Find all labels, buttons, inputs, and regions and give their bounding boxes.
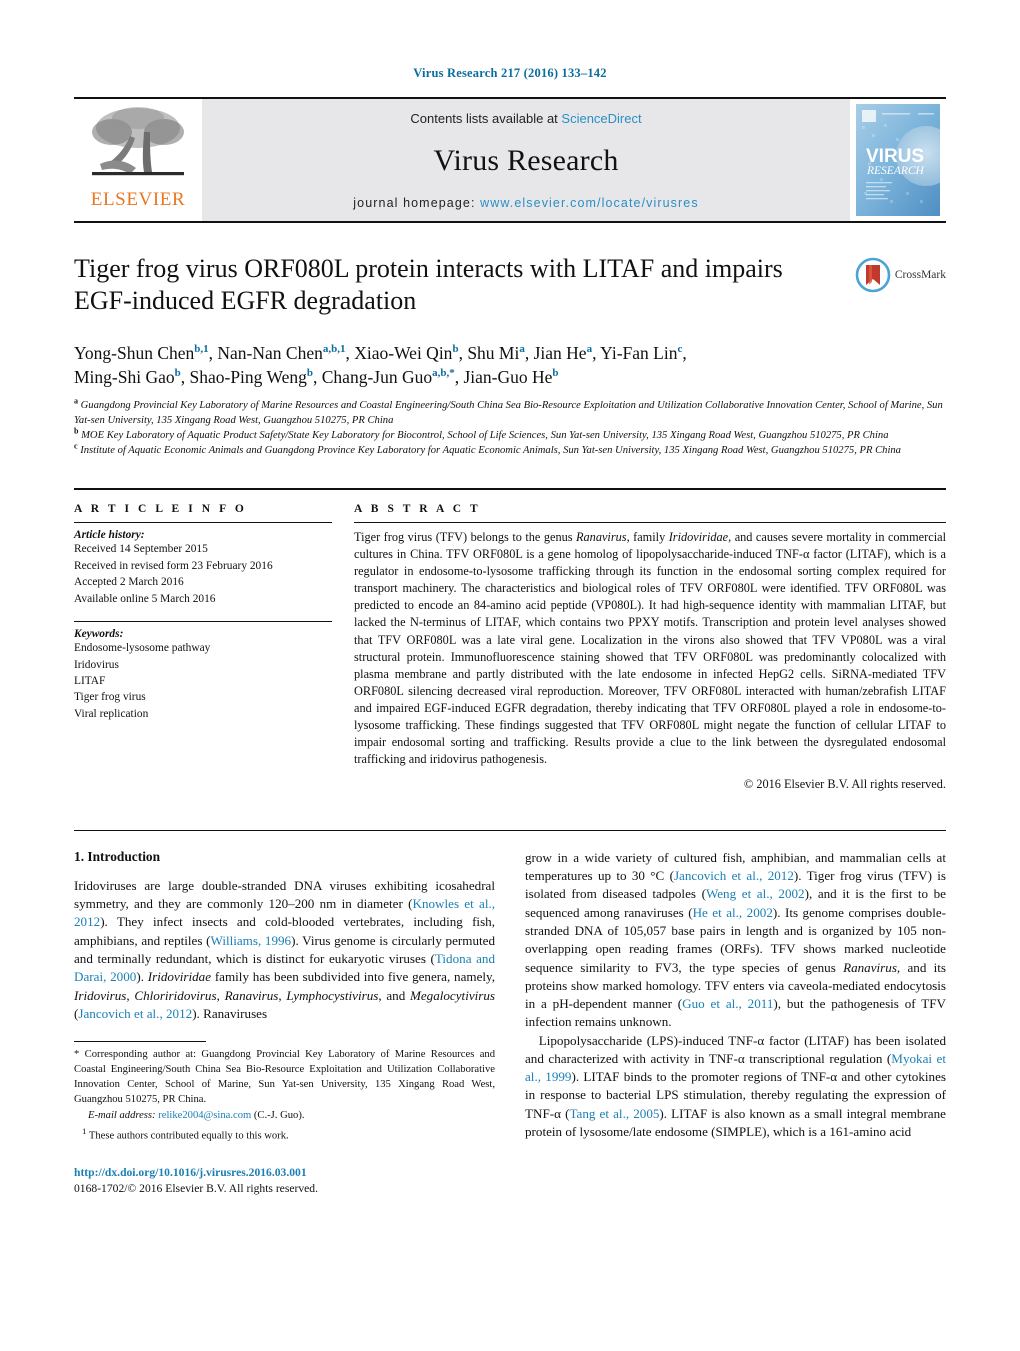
- affiliation-marker-c: c: [74, 441, 78, 451]
- journal-title: Virus Research: [433, 144, 619, 177]
- crossmark-label: CrossMark: [894, 269, 946, 281]
- affiliation-marker-b: b: [74, 426, 79, 436]
- crossmark-badge[interactable]: CrossMark: [855, 257, 946, 293]
- keyword-item: Tiger frog virus: [74, 691, 146, 704]
- masthead-center: Contents lists available at ScienceDirec…: [202, 99, 850, 221]
- intro-paragraph-right-2: Lipopolysaccharide (LPS)-induced TNF-α f…: [525, 1032, 946, 1139]
- info-abstract-block: A R T I C L E I N F O Article history: R…: [74, 488, 946, 804]
- contents-available-line: Contents lists available at ScienceDirec…: [410, 111, 641, 126]
- contents-prefix: Contents lists available at: [410, 111, 562, 126]
- affiliation-list: a Guangdong Provincial Key Laboratory of…: [74, 396, 946, 458]
- doi-block: http://dx.doi.org/10.1016/j.virusres.201…: [74, 1165, 495, 1197]
- keyword-item: Endosome-lysosome pathway: [74, 642, 211, 655]
- affiliation-text-c: Institute of Aquatic Economic Animals an…: [80, 445, 901, 457]
- footnote-corresponding-author: * Corresponding author at: Guangdong Pro…: [74, 1049, 495, 1105]
- homepage-prefix: journal homepage:: [353, 196, 481, 210]
- abstract-text: Tiger frog virus (TFV) belongs to the ge…: [354, 530, 946, 766]
- elsevier-wordmark: ELSEVIER: [90, 189, 186, 210]
- article-info-rule: [74, 522, 332, 524]
- affiliation-text-b: MOE Key Laboratory of Aquatic Product Sa…: [81, 430, 889, 442]
- article-info-heading: A R T I C L E I N F O: [74, 503, 247, 516]
- footnote-equal-contribution: 1 These authors contributed equally to t…: [82, 1126, 289, 1142]
- title-area: Tiger frog virus ORF080L protein interac…: [74, 253, 946, 327]
- author-line-2: Ming-Shi Gaob, Shao-Ping Wengb, Chang-Ju…: [74, 367, 559, 388]
- footnote-block: * Corresponding author at: Guangdong Pro…: [74, 1041, 495, 1196]
- affiliation-a: a Guangdong Provincial Key Laboratory of…: [74, 396, 946, 428]
- issn-copyright-line: 0168-1702/© 2016 Elsevier B.V. All right…: [74, 1181, 318, 1195]
- affiliation-marker-a: a: [74, 396, 78, 406]
- body-columns: 1. Introduction Iridoviruses are large d…: [74, 849, 946, 1197]
- elsevier-tree-icon: [92, 107, 184, 176]
- footnote-email: E-mail address: relike2004@sina.com (C.-…: [74, 1109, 495, 1124]
- affiliation-b: b MOE Key Laboratory of Aquatic Product …: [74, 426, 946, 443]
- abstract-copyright: © 2016 Elsevier B.V. All rights reserved…: [743, 776, 946, 791]
- running-head: Virus Research 217 (2016) 133–142: [413, 66, 607, 80]
- article-history-revised: Received in revised form 23 February 201…: [74, 559, 273, 572]
- intro-paragraph-right-1: grow in a wide variety of cultured fish,…: [525, 849, 947, 1030]
- article-info-column: A R T I C L E I N F O Article history: R…: [74, 503, 332, 804]
- journal-masthead: ELSEVIER Contents lists available at Sci…: [74, 97, 946, 223]
- cover-title-research: RESEARCH: [866, 165, 925, 177]
- abstract-column: A B S T R A C T Tiger frog virus (TFV) b…: [354, 503, 946, 804]
- author-line-1: Yong-Shun Chenb,1, Nan-Nan Chena,b,1, Xi…: [74, 343, 687, 363]
- journal-homepage-link[interactable]: www.elsevier.com/locate/virusres: [480, 196, 699, 210]
- article-history-online: Available online 5 March 2016: [74, 592, 216, 605]
- keyword-item: Viral replication: [74, 707, 149, 720]
- affiliation-c: c Institute of Aquatic Economic Animals …: [74, 441, 946, 458]
- cover-title-virus: VIRUS: [866, 146, 924, 167]
- abstract-rule: [354, 522, 946, 524]
- doi-link[interactable]: http://dx.doi.org/10.1016/j.virusres.201…: [74, 1165, 495, 1181]
- journal-cover: VIRUS RESEARCH: [850, 99, 946, 221]
- intro-paragraph-left: Iridoviruses are large double-stranded D…: [74, 877, 496, 1021]
- affiliation-text-a: Guangdong Provincial Key Laboratory of M…: [74, 400, 943, 427]
- article-history-received: Received 14 September 2015: [74, 543, 208, 556]
- author-list: Yong-Shun Chenb,1, Nan-Nan Chena,b,1, Xi…: [74, 341, 946, 389]
- email-link[interactable]: relike2004@sina.com: [158, 1110, 251, 1121]
- email-label: E-mail address:: [88, 1110, 156, 1122]
- body-separator-rule: [74, 829, 946, 831]
- keyword-item: Iridovirus: [74, 658, 119, 671]
- section-heading-introduction: 1. Introduction: [74, 848, 161, 864]
- journal-cover-image: VIRUS RESEARCH: [856, 104, 940, 216]
- journal-homepage-line: journal homepage: www.elsevier.com/locat…: [353, 196, 698, 210]
- crossmark-icon: [855, 257, 891, 293]
- article-page: Virus Research 217 (2016) 133–142 ELSEVI…: [0, 0, 1020, 1351]
- sciencedirect-link[interactable]: ScienceDirect: [561, 111, 641, 126]
- keywords-label: Keywords:: [74, 628, 124, 641]
- article-history-accepted: Accepted 2 March 2016: [74, 576, 184, 589]
- email-suffix: (C.-J. Guo).: [253, 1110, 305, 1122]
- keywords-rule: [74, 621, 332, 623]
- elsevier-logo: ELSEVIER: [74, 99, 202, 221]
- abstract-heading: A B S T R A C T: [354, 503, 481, 516]
- keyword-item: LITAF: [74, 674, 106, 687]
- page-title: Tiger frog virus ORF080L protein interac…: [74, 254, 783, 315]
- body-column-right: grow in a wide variety of cultured fish,…: [525, 849, 946, 1197]
- article-history-label: Article history:: [74, 529, 145, 542]
- body-column-left: 1. Introduction Iridoviruses are large d…: [74, 849, 495, 1197]
